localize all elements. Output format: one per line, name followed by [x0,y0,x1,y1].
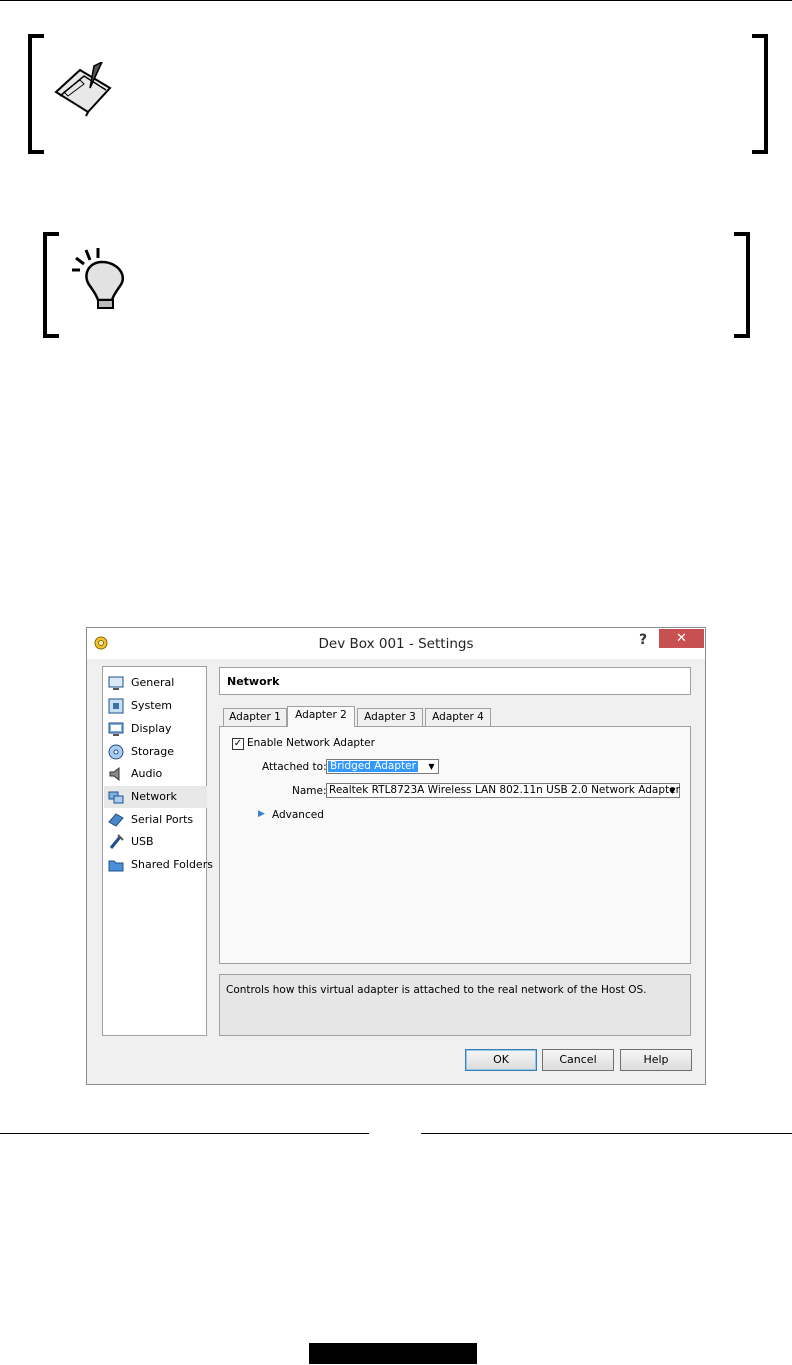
section-header: Network [219,667,691,695]
sidebar-item-general[interactable]: General [104,672,207,694]
tab-adapter-4[interactable]: Adapter 4 [425,708,491,726]
window-title: Dev Box 001 - Settings [318,636,474,652]
title-bar: Dev Box 001 - Settings ? ✕ [87,628,705,659]
description-box: Controls how this virtual adapter is att… [219,974,691,1036]
sidebar-item-label: General [131,676,175,689]
tab-adapter-2[interactable]: Adapter 2 [287,706,355,727]
audio-icon [109,766,120,782]
help-button[interactable]: Help [620,1049,692,1071]
sidebar-item-label: Shared Folders [131,858,213,871]
tab-adapter-3[interactable]: Adapter 3 [357,708,423,726]
sidebar-item-label: Audio [131,767,163,780]
system-icon [108,698,124,714]
adapter-tab-panel: ✓ Enable Network Adapter Attached to: Br… [219,726,691,964]
serial-ports-icon [108,813,124,827]
sidebar-item-label: USB [131,835,154,848]
notes-icon [54,62,112,117]
settings-dialog: Dev Box 001 - Settings ? ✕ General Syste… [86,627,706,1085]
sidebar-item-label: Network [131,790,177,803]
advanced-toggle[interactable]: Advanced [272,809,324,821]
top-rule [0,0,792,1]
chevron-down-icon: ▼ [669,786,676,795]
usb-icon [109,834,124,849]
attached-to-select[interactable]: Bridged Adapter ▼ [326,759,439,774]
lightbulb-icon [72,248,125,309]
sidebar-item-serial-ports[interactable]: Serial Ports [104,809,207,831]
tip-bracket-right [734,232,750,338]
enable-adapter-label: Enable Network Adapter [247,737,375,749]
sidebar-item-system[interactable]: System [104,695,207,717]
network-icon [108,791,124,804]
enable-adapter-checkbox[interactable]: ✓ [232,738,244,750]
general-icon [108,676,124,690]
attached-to-value: Bridged Adapter [328,760,418,772]
sidebar-item-shared-folders[interactable]: Shared Folders [104,854,213,876]
display-icon [108,722,124,736]
ok-button[interactable]: OK [465,1049,537,1071]
section-title: Network [227,675,280,688]
sidebar-item-usb[interactable]: USB [104,831,207,853]
name-label: Name: [292,785,327,797]
close-button[interactable]: ✕ [659,629,704,648]
sidebar-item-storage[interactable]: Storage [104,741,207,763]
sidebar-item-network[interactable]: Network [104,786,207,808]
sidebar-item-label: System [131,699,173,712]
shared-folders-icon [108,860,124,872]
note-bracket-right [752,34,768,154]
sidebar-item-label: Serial Ports [131,813,194,826]
attached-to-label: Attached to: [262,761,327,773]
description-text: Controls how this virtual adapter is att… [226,984,647,996]
tip-bracket-left [43,232,59,338]
footer-rule-right [421,1133,792,1134]
tab-adapter-1[interactable]: Adapter 1 [223,708,287,726]
footer-rule-left [0,1133,369,1134]
sidebar-item-label: Display [131,722,172,735]
sidebar-item-label: Storage [131,745,175,758]
note-bracket-left [28,34,44,154]
cancel-button[interactable]: Cancel [542,1049,614,1071]
title-help-button[interactable]: ? [639,632,647,648]
page-footer-bar [309,1343,477,1364]
sidebar-item-display[interactable]: Display [104,718,207,740]
chevron-down-icon: ▼ [428,762,435,771]
adapter-name-select[interactable]: Realtek RTL8723A Wireless LAN 802.11n US… [326,783,680,798]
sidebar-item-audio[interactable]: Audio [104,763,207,785]
adapter-name-value: Realtek RTL8723A Wireless LAN 802.11n US… [329,784,680,796]
storage-icon [108,744,124,760]
expand-arrow-icon[interactable]: ▶ [258,809,265,819]
settings-sidebar: General System Display Storage Audio Net… [102,666,213,1036]
